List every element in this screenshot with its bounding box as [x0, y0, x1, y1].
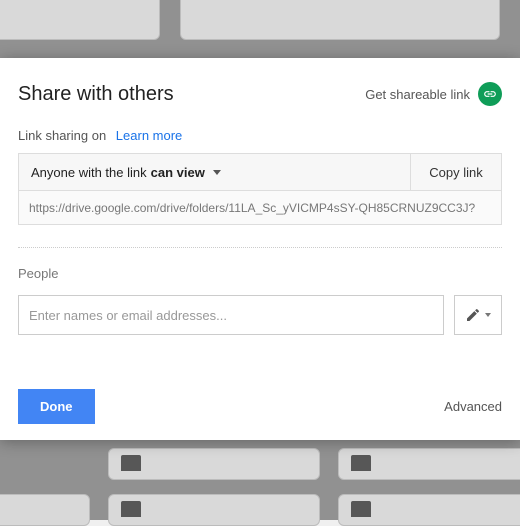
people-row: [18, 295, 502, 335]
dialog-header: Share with others Get shareable link: [18, 82, 502, 106]
link-sharing-status: Link sharing on: [18, 128, 106, 143]
people-input[interactable]: [18, 295, 444, 335]
edit-permission-button[interactable]: [454, 295, 502, 335]
permission-row: Anyone with the link can view Copy link: [18, 153, 502, 191]
dialog-footer: Done Advanced: [18, 369, 502, 424]
learn-more-link[interactable]: Learn more: [116, 128, 182, 143]
get-shareable-link[interactable]: Get shareable link: [365, 82, 502, 106]
chevron-down-icon: [213, 170, 221, 175]
advanced-link[interactable]: Advanced: [444, 399, 502, 414]
share-dialog: Share with others Get shareable link Lin…: [0, 58, 520, 440]
share-url-field[interactable]: https://drive.google.com/drive/folders/1…: [18, 191, 502, 225]
permission-dropdown[interactable]: Anyone with the link can view: [19, 154, 411, 190]
separator: [18, 247, 502, 248]
dialog-title: Share with others: [18, 83, 174, 106]
shareable-link-label: Get shareable link: [365, 87, 470, 102]
link-icon: [478, 82, 502, 106]
copy-link-button[interactable]: Copy link: [411, 154, 501, 190]
permission-level: can view: [151, 165, 205, 180]
people-label: People: [18, 266, 502, 281]
link-sharing-status-row: Link sharing on Learn more: [18, 128, 502, 143]
done-button[interactable]: Done: [18, 389, 95, 424]
permission-prefix: Anyone with the link: [31, 165, 147, 180]
chevron-down-icon: [485, 313, 491, 317]
pencil-icon: [465, 307, 481, 323]
